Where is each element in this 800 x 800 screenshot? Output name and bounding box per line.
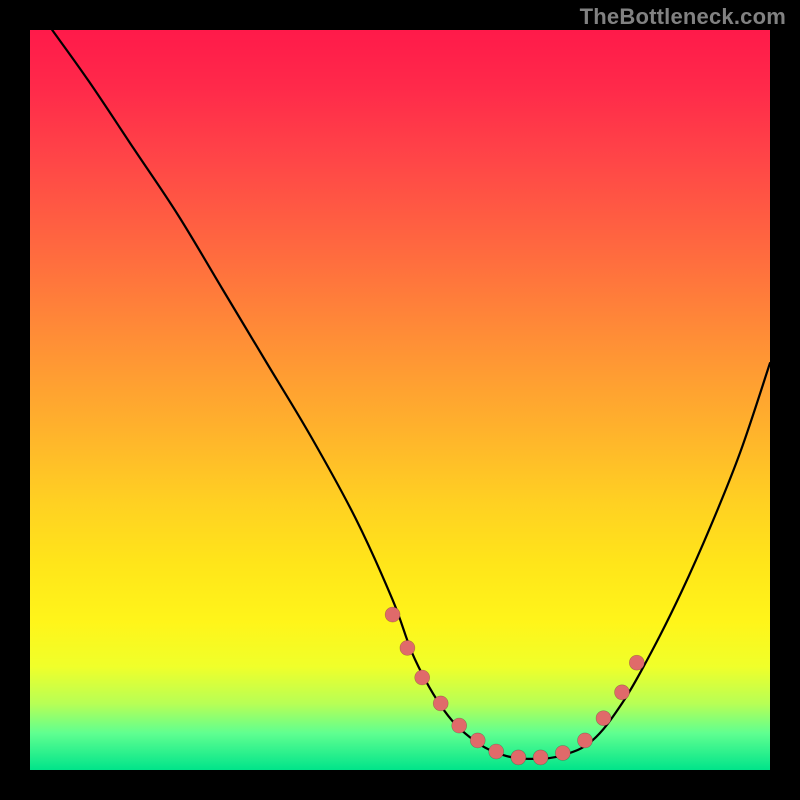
marker-dot [385,607,400,622]
marker-dot [555,745,570,760]
marker-dot [489,744,504,759]
marker-dot [629,655,644,670]
marker-dot [452,718,467,733]
watermark-text: TheBottleneck.com [580,4,786,30]
marker-dot [533,750,548,765]
chart-svg [30,30,770,770]
marker-dot [596,711,611,726]
marker-dot [615,685,630,700]
marker-dot [400,640,415,655]
plot-area [30,30,770,770]
marker-dots [385,607,644,765]
marker-dot [415,670,430,685]
marker-dot [470,733,485,748]
marker-dot [433,696,448,711]
chart-stage: TheBottleneck.com [0,0,800,800]
marker-dot [578,733,593,748]
marker-dot [511,750,526,765]
